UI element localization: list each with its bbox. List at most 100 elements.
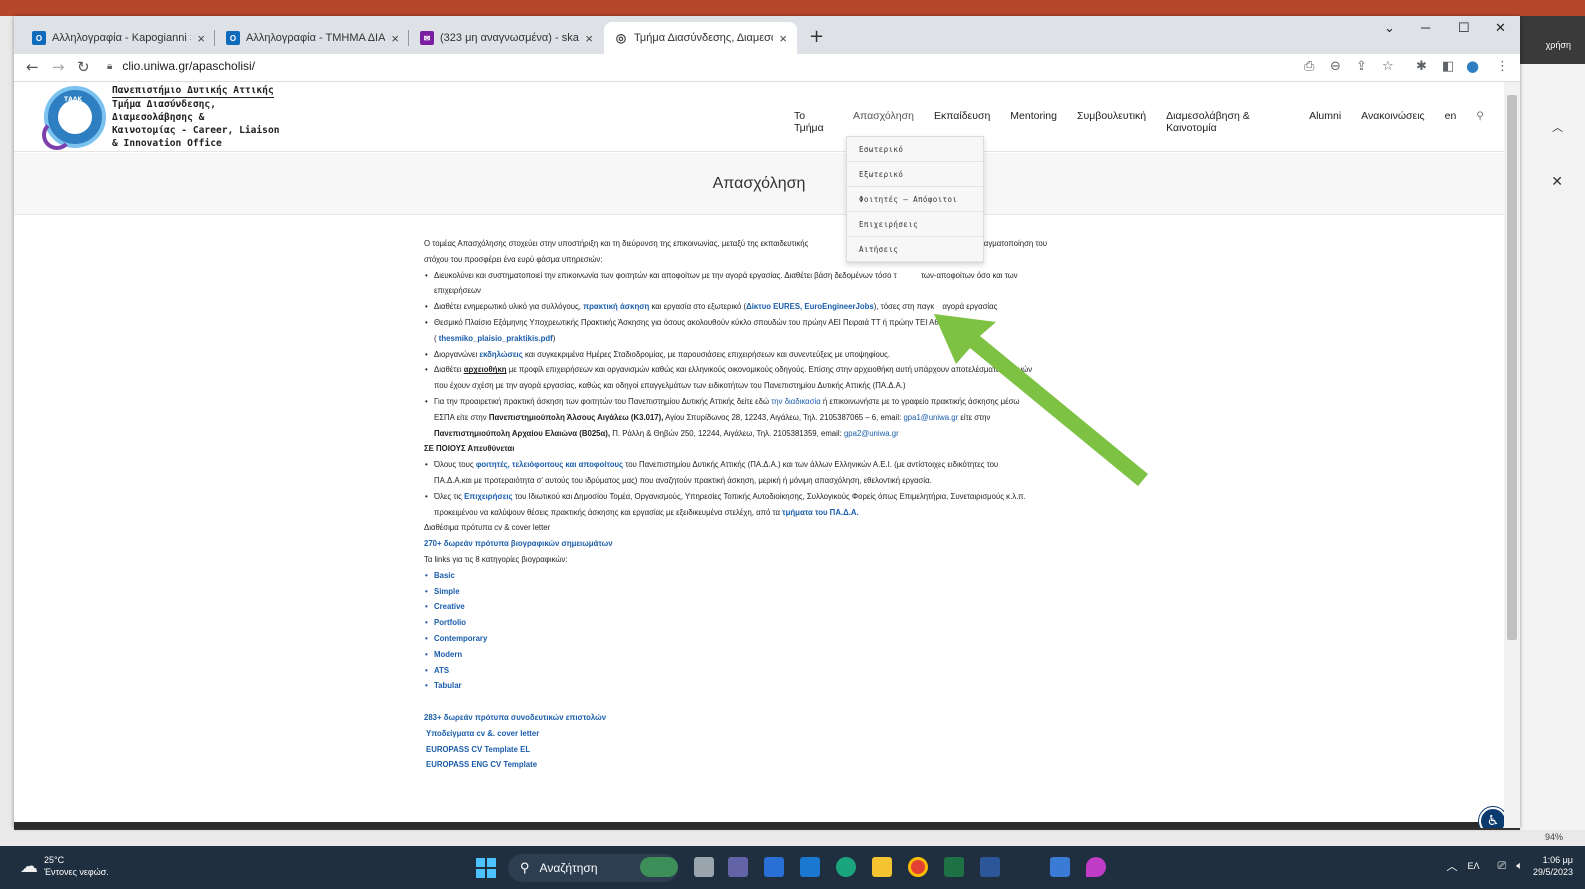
- tab-active-site[interactable]: ◎ Τμήμα Διασύνδεσης, Διαμεσολάβ ×: [604, 22, 797, 54]
- cv-category-link[interactable]: Portfolio: [425, 615, 1099, 631]
- students-link[interactable]: φοιτητές, τελειόφοιτους και αποφοίτους: [476, 460, 623, 469]
- browser-toolbar: ← → ↻ 🔒︎ clio.uniwa.gr/apascholisi/ ⎙ ⊖ …: [14, 54, 1520, 82]
- volume-icon[interactable]: 🔈︎: [1516, 860, 1523, 873]
- maximize-button[interactable]: ☐: [1458, 20, 1470, 36]
- dropdown-item-internal[interactable]: Εσωτερικό: [847, 137, 983, 162]
- nav-item-language[interactable]: en: [1445, 110, 1457, 134]
- cv-category-link[interactable]: Contemporary: [425, 631, 1099, 647]
- chevron-up-icon[interactable]: ︿: [1552, 119, 1563, 135]
- nav-item-employment[interactable]: Απασχόληση: [853, 110, 914, 134]
- minimize-button[interactable]: ─: [1421, 20, 1430, 35]
- site-logo[interactable]: ΤΑΔΚ: [42, 86, 106, 150]
- nav-item-announcements[interactable]: Ανακοινώσεις: [1361, 110, 1424, 134]
- archive-link[interactable]: αρχειοθήκη: [464, 365, 507, 374]
- widget-image-icon[interactable]: [640, 857, 678, 877]
- departments-link[interactable]: τμήματα του ΠΑ.Δ.Α.: [782, 508, 859, 517]
- cv-category-link[interactable]: Simple: [425, 584, 1099, 600]
- cv-templates-link[interactable]: 270+ δωρεάν πρότυπα βιογραφικών σημειωμά…: [424, 539, 613, 548]
- share-icon[interactable]: ⇪: [1356, 59, 1367, 74]
- site-brand[interactable]: Πανεπιστήμιο Δυτικής Αττικής Τμήμα Διασύ…: [112, 84, 280, 150]
- bookmark-star-icon[interactable]: ☆: [1382, 59, 1394, 74]
- mail-app-icon[interactable]: [800, 857, 820, 877]
- side-panel-icon[interactable]: ◧: [1442, 59, 1454, 74]
- tab-title: Αλληλογραφία - Kapogianni Sofi: [52, 32, 191, 44]
- euroengineerjobs-link[interactable]: EuroEngineerJobs: [804, 302, 873, 311]
- store-icon[interactable]: [764, 857, 784, 877]
- back-button[interactable]: ←: [26, 58, 39, 76]
- close-icon[interactable]: ×: [197, 31, 205, 46]
- close-icon[interactable]: ×: [779, 31, 787, 46]
- search-icon[interactable]: ⚲: [1476, 110, 1484, 134]
- window-close-button[interactable]: ✕: [1495, 20, 1506, 36]
- translate-icon[interactable]: ⎙: [1304, 59, 1314, 74]
- dropdown-item-businesses[interactable]: Επιχειρήσεις: [847, 212, 983, 237]
- close-icon[interactable]: ×: [585, 31, 593, 46]
- extensions-icon[interactable]: ✱: [1416, 59, 1427, 74]
- dropdown-item-applications[interactable]: Αιτήσεις: [847, 237, 983, 262]
- network-icon[interactable]: ⎚: [1498, 860, 1507, 873]
- procedure-link[interactable]: την διαδικασία: [771, 397, 821, 406]
- chrome-icon[interactable]: [908, 857, 928, 877]
- nav-item-counseling[interactable]: Συμβουλευτική: [1077, 110, 1146, 134]
- language-indicator[interactable]: ΕΛ: [1468, 861, 1480, 871]
- scrollbar-thumb[interactable]: [1507, 95, 1517, 640]
- tab-outlook-1[interactable]: O Αλληλογραφία - Kapogianni Sofi ×: [22, 22, 215, 54]
- new-tab-button[interactable]: +: [809, 26, 824, 47]
- cv-category-link[interactable]: ATS: [425, 663, 1099, 679]
- europass-el-link[interactable]: EUROPASS CV Template EL: [426, 745, 530, 754]
- excel-icon[interactable]: [944, 857, 964, 877]
- events-link[interactable]: εκδηλώσεις: [479, 350, 522, 359]
- file-explorer-icon[interactable]: [872, 857, 892, 877]
- list-item: Διευκολύνει και συστηματοποιεί την επικο…: [425, 268, 1099, 300]
- dropdown-item-external[interactable]: Εξωτερικό: [847, 162, 983, 187]
- accessibility-icon[interactable]: ♿︎: [1479, 807, 1504, 828]
- list-item: Διαθέτει ενημερωτικό υλικό για συλλόγους…: [425, 299, 1099, 315]
- examples-link[interactable]: Υποδείγματα cv &. cover letter: [426, 729, 539, 738]
- nav-item-mentoring[interactable]: Mentoring: [1010, 110, 1057, 134]
- close-icon[interactable]: ✕: [1551, 174, 1563, 190]
- start-button[interactable]: [476, 858, 496, 878]
- weather-widget[interactable]: ☁ 25°C Έντονες νεφώσ.: [20, 854, 109, 878]
- clock[interactable]: 1:06 μμ 29/5/2023: [1533, 854, 1573, 878]
- businesses-link[interactable]: Επιχειρήσεις: [464, 492, 513, 501]
- tab-mail[interactable]: ✉ (323 μη αναγνωσμένα) - skapog ×: [410, 22, 603, 54]
- europass-en-link[interactable]: EUROPASS ENG CV Template: [426, 760, 537, 769]
- address-bar[interactable]: 🔒︎ clio.uniwa.gr/apascholisi/: [107, 59, 255, 73]
- cv-category-link[interactable]: Modern: [425, 647, 1099, 663]
- zoom-icon[interactable]: ⊖: [1330, 59, 1341, 74]
- eures-link[interactable]: Δίκτυο EURES,: [746, 302, 802, 311]
- pdf-link[interactable]: thesmiko_plaisio_praktikis.pdf: [439, 334, 553, 343]
- menu-icon[interactable]: ⋮: [1496, 59, 1509, 74]
- teams-icon[interactable]: [728, 857, 748, 877]
- tab-search-icon[interactable]: ⌄: [1384, 20, 1395, 36]
- logo-tag: ΤΑΔΚ: [64, 96, 83, 103]
- chevron-up-icon[interactable]: ︿: [1447, 858, 1458, 874]
- edge-icon[interactable]: [836, 857, 856, 877]
- zoom-level[interactable]: 94%: [1545, 832, 1563, 842]
- task-view-icon[interactable]: [694, 857, 714, 877]
- tab-outlook-2[interactable]: O Αλληλογραφία - ΤΜΗΜΑ ΔΙΑΣΥΝ ×: [216, 22, 409, 54]
- nav-item-education[interactable]: Εκπαίδευση: [934, 110, 990, 134]
- dropdown-item-students[interactable]: Φοιτητές – Απόφοιτοι: [847, 187, 983, 212]
- nav-item-mediation[interactable]: Διαμεσολάβηση & Καινοτομία: [1166, 110, 1289, 134]
- nav-item-department[interactable]: Το Τμήμα: [794, 110, 833, 134]
- vertical-scrollbar[interactable]: [1504, 82, 1520, 828]
- cv-category-link[interactable]: Tabular: [425, 678, 1099, 694]
- page-viewport: ΤΑΔΚ Πανεπιστήμιο Δυτικής Αττικής Τμήμα …: [14, 82, 1504, 828]
- word-icon[interactable]: [980, 857, 1000, 877]
- cover-letter-link[interactable]: 283+ δωρεάν πρότυπα συνοδευτικών επιστολ…: [424, 713, 606, 722]
- paint-icon[interactable]: [1050, 857, 1070, 877]
- cv-category-link[interactable]: Creative: [425, 599, 1099, 615]
- close-icon[interactable]: ×: [391, 31, 399, 46]
- nav-item-alumni[interactable]: Alumni: [1309, 110, 1341, 134]
- cv-category-link[interactable]: Basic: [425, 568, 1099, 584]
- forward-button[interactable]: →: [52, 58, 65, 76]
- background-app-side: [0, 16, 14, 846]
- profile-avatar-icon[interactable]: ●: [1466, 57, 1479, 75]
- reload-button[interactable]: ↻: [77, 58, 90, 76]
- brand-line: Τμήμα Διασύνδεσης,: [112, 99, 216, 110]
- email-link[interactable]: gpa2@uniwa.gr: [844, 429, 899, 438]
- temperature: 25°C: [44, 855, 65, 865]
- colorful-app-icon[interactable]: [1086, 857, 1106, 877]
- internship-link[interactable]: πρακτική άσκηση: [583, 302, 649, 311]
